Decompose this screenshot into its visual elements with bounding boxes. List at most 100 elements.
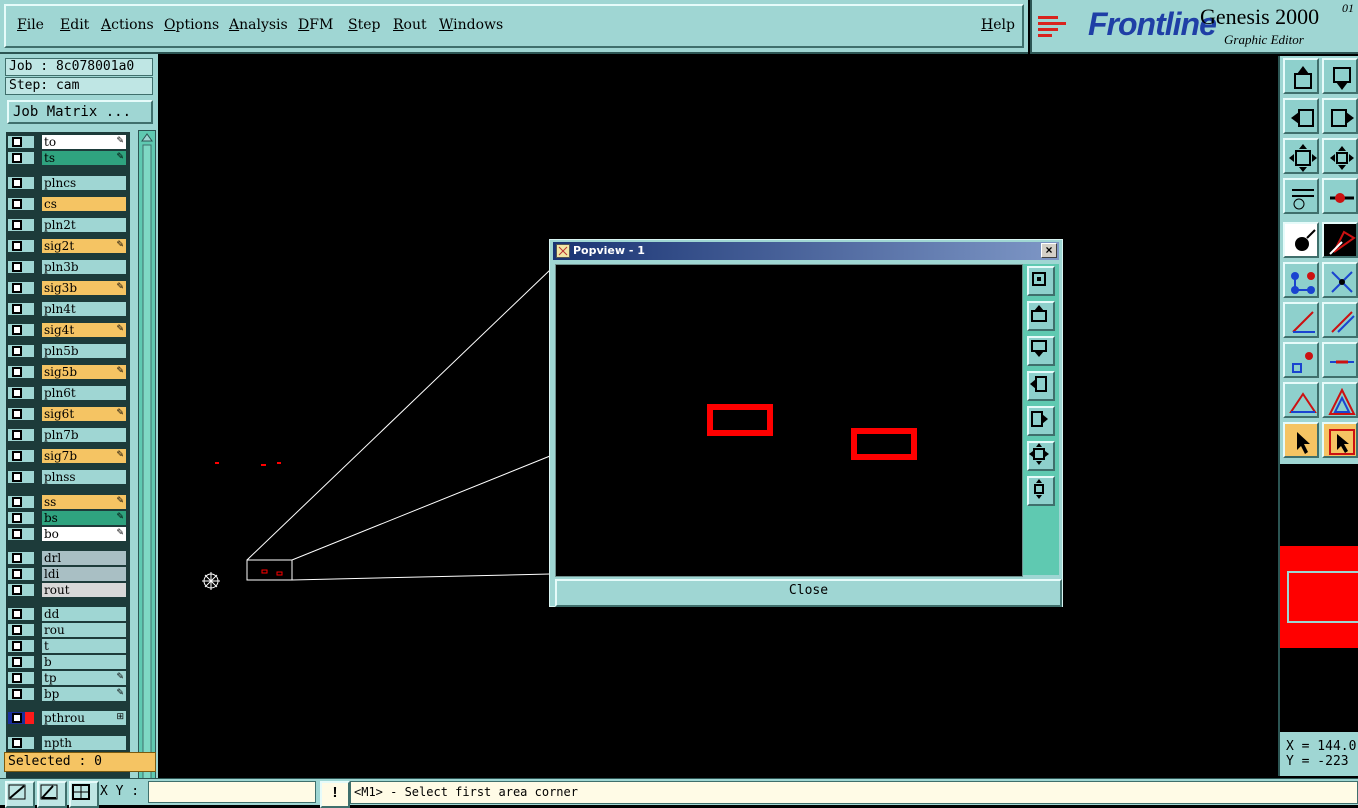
layer-row-sig2t[interactable]: sig2t ✎	[6, 238, 130, 254]
pan-up-button[interactable]	[1283, 58, 1319, 94]
layer-name[interactable]: plnss	[42, 470, 126, 484]
line-tool-button[interactable]	[1322, 302, 1358, 338]
layer-row-bo[interactable]: bo ✎	[6, 526, 130, 542]
layer-checkbox[interactable]	[8, 624, 34, 636]
popview-titlebar[interactable]: Popview - 1 ×	[553, 242, 1059, 260]
layer-row-pln2t[interactable]: pln2t	[6, 217, 130, 233]
layer-name[interactable]: sig5b	[42, 365, 126, 379]
zoom-in-button[interactable]	[1322, 138, 1358, 174]
select-tool-button[interactable]	[1283, 422, 1319, 458]
menu-step[interactable]: Step	[348, 17, 380, 33]
pan-down-button[interactable]	[1322, 58, 1358, 94]
layer-checkbox[interactable]	[8, 672, 34, 684]
layer-row-pln6t[interactable]: pln6t	[6, 385, 130, 401]
layer-row-sig5b[interactable]: sig5b ✎	[6, 364, 130, 380]
layer-row-pln7b[interactable]: pln7b	[6, 427, 130, 443]
layer-checkbox[interactable]	[8, 261, 34, 273]
layer-checkbox[interactable]	[8, 496, 34, 508]
layer-name[interactable]: npth	[42, 736, 126, 750]
layer-checkbox[interactable]	[8, 640, 34, 652]
layer-row-ss[interactable]: ss ✎	[6, 494, 130, 510]
layer-row-plnss[interactable]: plnss	[6, 469, 130, 485]
layer-name[interactable]: sig7b	[42, 449, 126, 463]
layer-checkbox[interactable]	[8, 552, 34, 564]
layer-row-pln3b[interactable]: pln3b	[6, 259, 130, 275]
layer-checkbox[interactable]	[8, 568, 34, 580]
menu-help[interactable]: Help	[981, 17, 1015, 33]
layer-name[interactable]: pln5b	[42, 344, 126, 358]
layer-name[interactable]: bp	[42, 687, 126, 701]
layer-row-drl[interactable]: drl	[6, 550, 130, 566]
angle-tool-button[interactable]	[1283, 302, 1319, 338]
measure-tool-button[interactable]	[1283, 178, 1319, 214]
select-area-button[interactable]	[1322, 422, 1358, 458]
pan-right-button[interactable]	[1322, 98, 1358, 134]
layer-name[interactable]: t	[42, 639, 126, 653]
layer-row-bs[interactable]: bs ✎	[6, 510, 130, 526]
chamfer-tool-button[interactable]	[1322, 382, 1358, 418]
layer-checkbox[interactable]	[8, 240, 34, 252]
layer-checkbox[interactable]	[8, 737, 34, 749]
layer-checkbox[interactable]	[8, 528, 34, 540]
xy-input[interactable]	[148, 781, 316, 803]
trim-tool-button[interactable]	[1322, 342, 1358, 378]
layer-name[interactable]: rou	[42, 623, 126, 637]
connect-tool-button[interactable]	[1283, 262, 1319, 298]
layer-checkbox[interactable]	[8, 712, 34, 724]
pan-up-button[interactable]	[1027, 301, 1055, 331]
layer-row-tp[interactable]: tp ✎	[6, 670, 130, 686]
zoom-home-button[interactable]	[1027, 266, 1055, 296]
layer-name[interactable]: plncs	[42, 176, 126, 190]
layer-name[interactable]: sig3b	[42, 281, 126, 295]
layer-name[interactable]: pthrou	[42, 711, 126, 725]
menu-options[interactable]: Options	[164, 17, 219, 33]
menu-file[interactable]: File	[17, 17, 44, 33]
pad-tool-button[interactable]	[1283, 342, 1319, 378]
menu-rout[interactable]: Rout	[393, 17, 427, 33]
layer-name[interactable]: bs	[42, 511, 126, 525]
layer-row-pln5b[interactable]: pln5b	[6, 343, 130, 359]
layer-checkbox[interactable]	[8, 136, 34, 148]
pan-left-button[interactable]	[1283, 98, 1319, 134]
layer-row-to[interactable]: to ✎	[6, 134, 130, 150]
layer-name[interactable]: cs	[42, 197, 126, 211]
layer-name[interactable]: tp	[42, 671, 126, 685]
layer-name[interactable]: ldi	[42, 567, 126, 581]
layer-name[interactable]: sig6t	[42, 407, 126, 421]
layer-row-sig4t[interactable]: sig4t ✎	[6, 322, 130, 338]
layer-name[interactable]: pln6t	[42, 386, 126, 400]
layer-checkbox[interactable]	[8, 345, 34, 357]
menu-dfm[interactable]: DFM	[298, 17, 333, 33]
layer-row-pln4t[interactable]: pln4t	[6, 301, 130, 317]
layer-row-bp[interactable]: bp ✎	[6, 686, 130, 702]
close-icon[interactable]: ×	[1041, 243, 1057, 258]
alert-button[interactable]: !	[320, 781, 350, 808]
layer-name[interactable]: dd	[42, 607, 126, 621]
pan-right-button[interactable]	[1027, 406, 1055, 436]
layer-row-sig6t[interactable]: sig6t ✎	[6, 406, 130, 422]
zoom-out-button[interactable]	[1027, 441, 1055, 471]
layer-checkbox[interactable]	[8, 366, 34, 378]
layer-name[interactable]: ts	[42, 151, 126, 165]
layer-name[interactable]: rout	[42, 583, 126, 597]
grid-button[interactable]	[69, 781, 99, 808]
job-matrix-button[interactable]: Job Matrix ...	[7, 100, 153, 124]
snap-tool-button[interactable]	[1322, 178, 1358, 214]
layer-checkbox[interactable]	[8, 387, 34, 399]
layer-checkbox[interactable]	[8, 324, 34, 336]
layer-name[interactable]: pln3b	[42, 260, 126, 274]
layer-name[interactable]: pln7b	[42, 428, 126, 442]
layer-checkbox[interactable]	[8, 429, 34, 441]
layer-scrollbar[interactable]	[138, 130, 156, 800]
layer-name[interactable]: sig4t	[42, 323, 126, 337]
layer-row-plncs[interactable]: plncs	[6, 175, 130, 191]
layer-name[interactable]: bo	[42, 527, 126, 541]
layer-checkbox[interactable]	[8, 408, 34, 420]
layer-name[interactable]: to	[42, 135, 126, 149]
menu-edit[interactable]: Edit	[60, 17, 89, 33]
layer-name[interactable]: b	[42, 655, 126, 669]
layer-checkbox[interactable]	[8, 512, 34, 524]
layer-name[interactable]: pln4t	[42, 302, 126, 316]
layer-checkbox[interactable]	[8, 584, 34, 596]
snap-angle-button[interactable]	[37, 781, 67, 808]
